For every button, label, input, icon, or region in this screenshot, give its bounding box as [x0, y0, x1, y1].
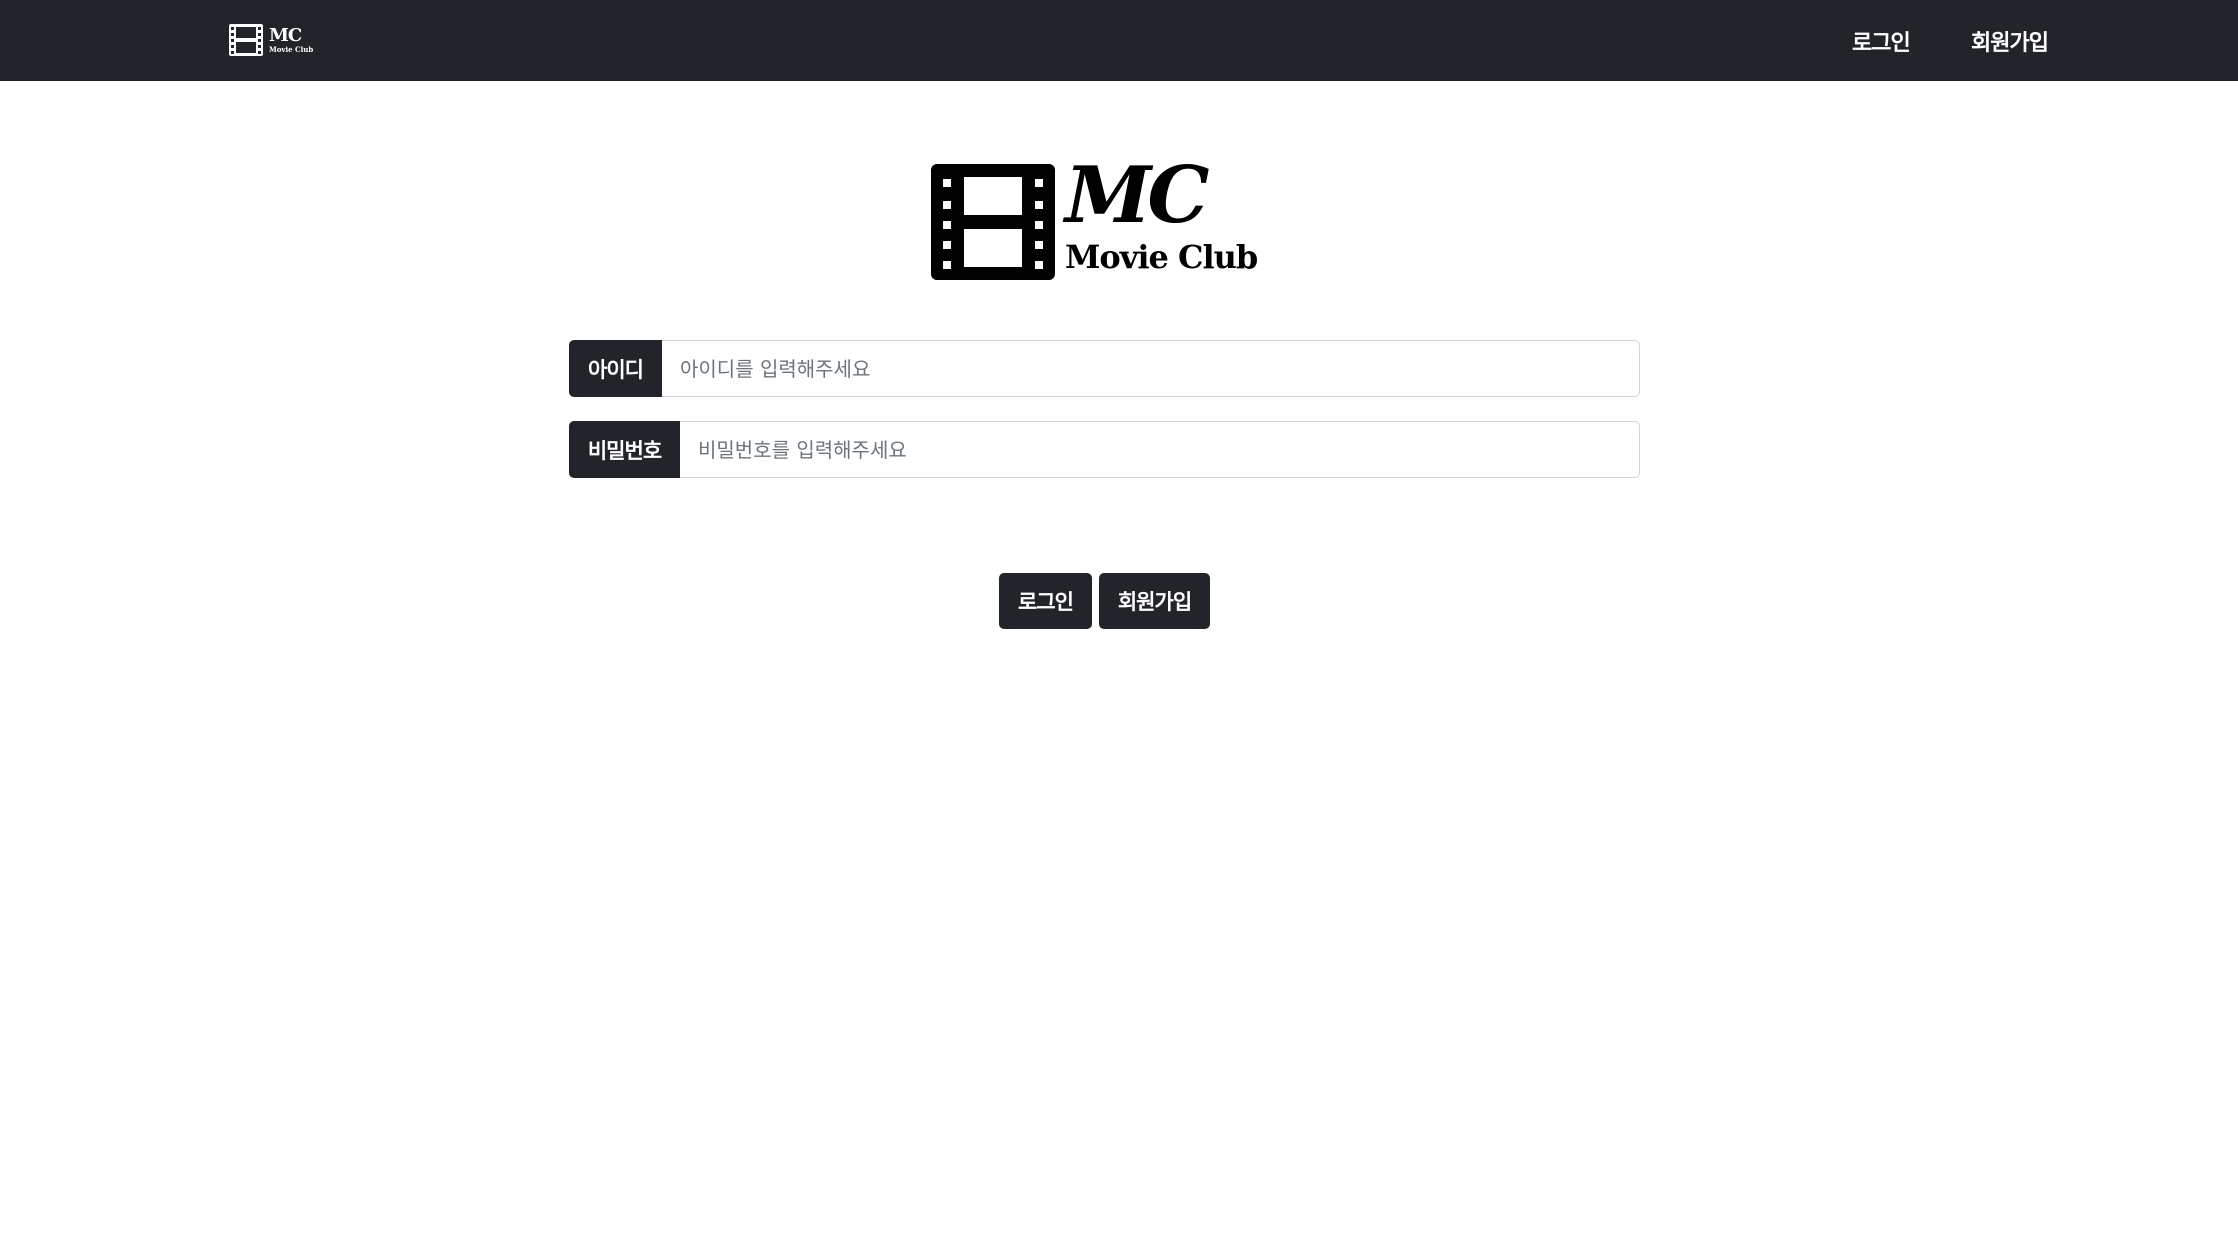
signup-button[interactable]: 회원가입 [1099, 573, 1210, 629]
brand-logo[interactable]: MC Movie Club [228, 22, 313, 58]
hero-logo: MC Movie Club [930, 157, 1258, 289]
nav-login-link[interactable]: 로그인 [1852, 25, 1911, 57]
password-label: 비밀번호 [569, 421, 680, 478]
nav-logo-title: MC [269, 25, 302, 46]
login-button[interactable]: 로그인 [999, 573, 1092, 629]
nav-logo-subtitle: Movie Club [269, 45, 314, 54]
hero-logo-subtitle: Movie Club [1065, 238, 1258, 276]
id-label: 아이디 [569, 340, 662, 397]
password-input[interactable] [680, 421, 1640, 478]
id-input[interactable] [662, 340, 1640, 397]
hero-logo-title: MC [1065, 150, 1209, 241]
nav-signup-link[interactable]: 회원가입 [1971, 25, 2049, 57]
navbar: MC Movie Club 로그인 회원가입 [0, 0, 2238, 81]
film-reel-icon [229, 24, 263, 56]
password-input-group: 비밀번호 [569, 421, 1640, 478]
id-input-group: 아이디 [569, 340, 1640, 397]
film-reel-icon [931, 164, 1055, 280]
